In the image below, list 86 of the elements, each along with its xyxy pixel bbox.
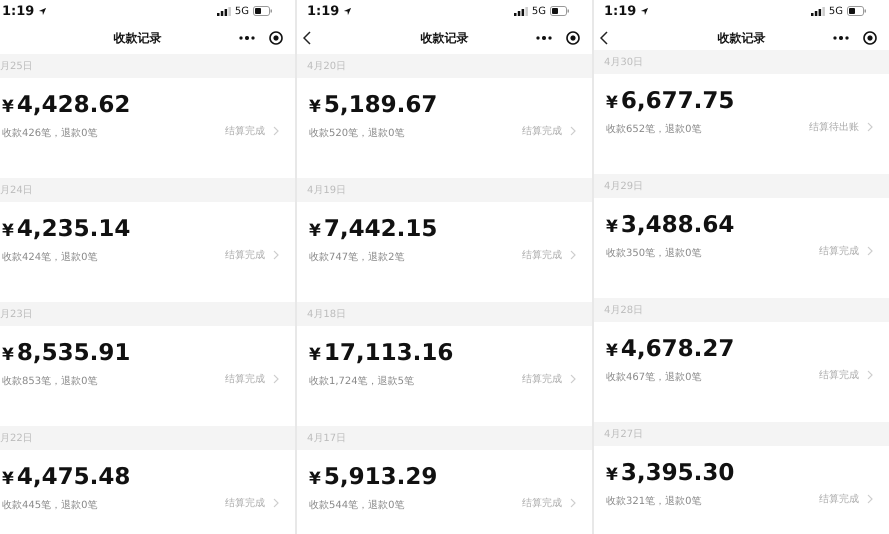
chevron-right-icon	[570, 250, 576, 260]
settlement-status: 结算完成	[819, 368, 859, 382]
more-icon[interactable]	[833, 36, 849, 40]
status-time: 1:19	[307, 4, 340, 18]
settlement-status: 结算完成	[225, 496, 265, 510]
date-label: 月23日	[0, 308, 33, 321]
signal-icon	[216, 6, 231, 16]
target-icon[interactable]	[566, 31, 580, 45]
page-title: 收款记录	[718, 30, 766, 46]
settlement-status: 结算完成	[522, 248, 562, 262]
date-label: 月22日	[0, 432, 33, 445]
record-summary: 收款321笔，退款0笔	[606, 494, 702, 508]
settlement-status: 结算完成	[522, 124, 562, 138]
date-label: 4月27日	[604, 428, 644, 441]
settlement-status: 结算完成	[522, 372, 562, 386]
chevron-right-icon	[273, 498, 279, 508]
chevron-right-icon	[570, 498, 576, 508]
settlement-status: 结算完成	[225, 372, 265, 386]
settlement-status: 结算完成	[225, 124, 265, 138]
settlement-status: 结算完成	[522, 496, 562, 510]
settlement-status: 结算完成	[819, 492, 859, 506]
record-summary: 收款467笔，退款0笔	[606, 370, 702, 384]
battery-icon	[550, 6, 570, 16]
amount: ¥4,475.48	[2, 464, 132, 490]
date-label: 4月28日	[604, 304, 644, 317]
status-time: 1:19	[2, 4, 34, 18]
record-summary: 收款1,724笔，退款5笔	[309, 374, 415, 388]
chevron-right-icon	[867, 494, 873, 504]
more-icon[interactable]	[536, 36, 552, 40]
status-time: 1:19	[604, 4, 636, 18]
record-summary: 收款424笔，退款0笔	[2, 250, 98, 264]
network-label: 5G	[828, 6, 843, 16]
signal-icon	[810, 6, 825, 16]
amount: ¥4,235.14	[2, 216, 132, 242]
date-label: 月24日	[0, 184, 33, 197]
location-arrow-icon	[640, 6, 650, 16]
amount: ¥3,395.30	[606, 460, 736, 486]
amount: ¥3,488.64	[606, 212, 736, 238]
date-label: 月25日	[0, 60, 33, 73]
date-label: 4月20日	[307, 60, 346, 73]
page-title: 收款记录	[114, 30, 162, 46]
amount: ¥5,189.67	[309, 92, 438, 118]
network-label: 5G	[532, 6, 546, 16]
more-icon[interactable]	[239, 36, 255, 40]
back-icon[interactable]	[600, 31, 608, 45]
record-summary: 收款853笔，退款0笔	[2, 374, 98, 388]
date-label: 4月17日	[307, 432, 346, 445]
chevron-right-icon	[273, 250, 279, 260]
location-arrow-icon	[343, 6, 352, 16]
target-icon[interactable]	[269, 31, 283, 45]
amount: ¥17,113.16	[309, 340, 454, 366]
settlement-status: 结算待出账	[809, 120, 859, 134]
amount: ¥6,677.75	[606, 88, 736, 114]
amount: ¥5,913.29	[309, 464, 438, 490]
chevron-right-icon	[273, 374, 279, 384]
record-summary: 收款544笔，退款0笔	[309, 498, 406, 512]
page-title: 收款记录	[420, 30, 468, 46]
record-summary: 收款426笔，退款0笔	[2, 126, 98, 140]
chevron-right-icon	[273, 126, 279, 136]
amount: ¥4,428.62	[2, 92, 132, 118]
settlement-status: 结算完成	[819, 244, 859, 258]
battery-icon	[253, 6, 273, 16]
network-label: 5G	[234, 6, 249, 16]
record-summary: 收款350笔，退款0笔	[606, 246, 702, 260]
record-summary: 收款747笔，退款2笔	[309, 250, 406, 264]
signal-icon	[514, 6, 528, 16]
battery-icon	[847, 6, 867, 16]
record-summary: 收款520笔，退款0笔	[309, 126, 406, 140]
record-summary: 收款445笔，退款0笔	[2, 498, 98, 512]
amount: ¥8,535.91	[2, 340, 132, 366]
back-icon[interactable]	[303, 31, 311, 45]
amount: ¥4,678.27	[606, 336, 736, 362]
chevron-right-icon	[570, 374, 576, 384]
chevron-right-icon	[570, 126, 576, 136]
chevron-right-icon	[867, 246, 873, 256]
date-label: 4月18日	[307, 308, 346, 321]
date-label: 4月19日	[307, 184, 346, 197]
date-label: 4月29日	[604, 180, 644, 193]
amount: ¥7,442.15	[309, 216, 438, 242]
record-summary: 收款652笔，退款0笔	[606, 122, 702, 136]
date-label: 4月30日	[604, 56, 644, 69]
location-arrow-icon	[38, 6, 48, 16]
chevron-right-icon	[867, 122, 873, 132]
target-icon[interactable]	[863, 31, 877, 45]
chevron-right-icon	[867, 370, 873, 380]
settlement-status: 结算完成	[225, 248, 265, 262]
